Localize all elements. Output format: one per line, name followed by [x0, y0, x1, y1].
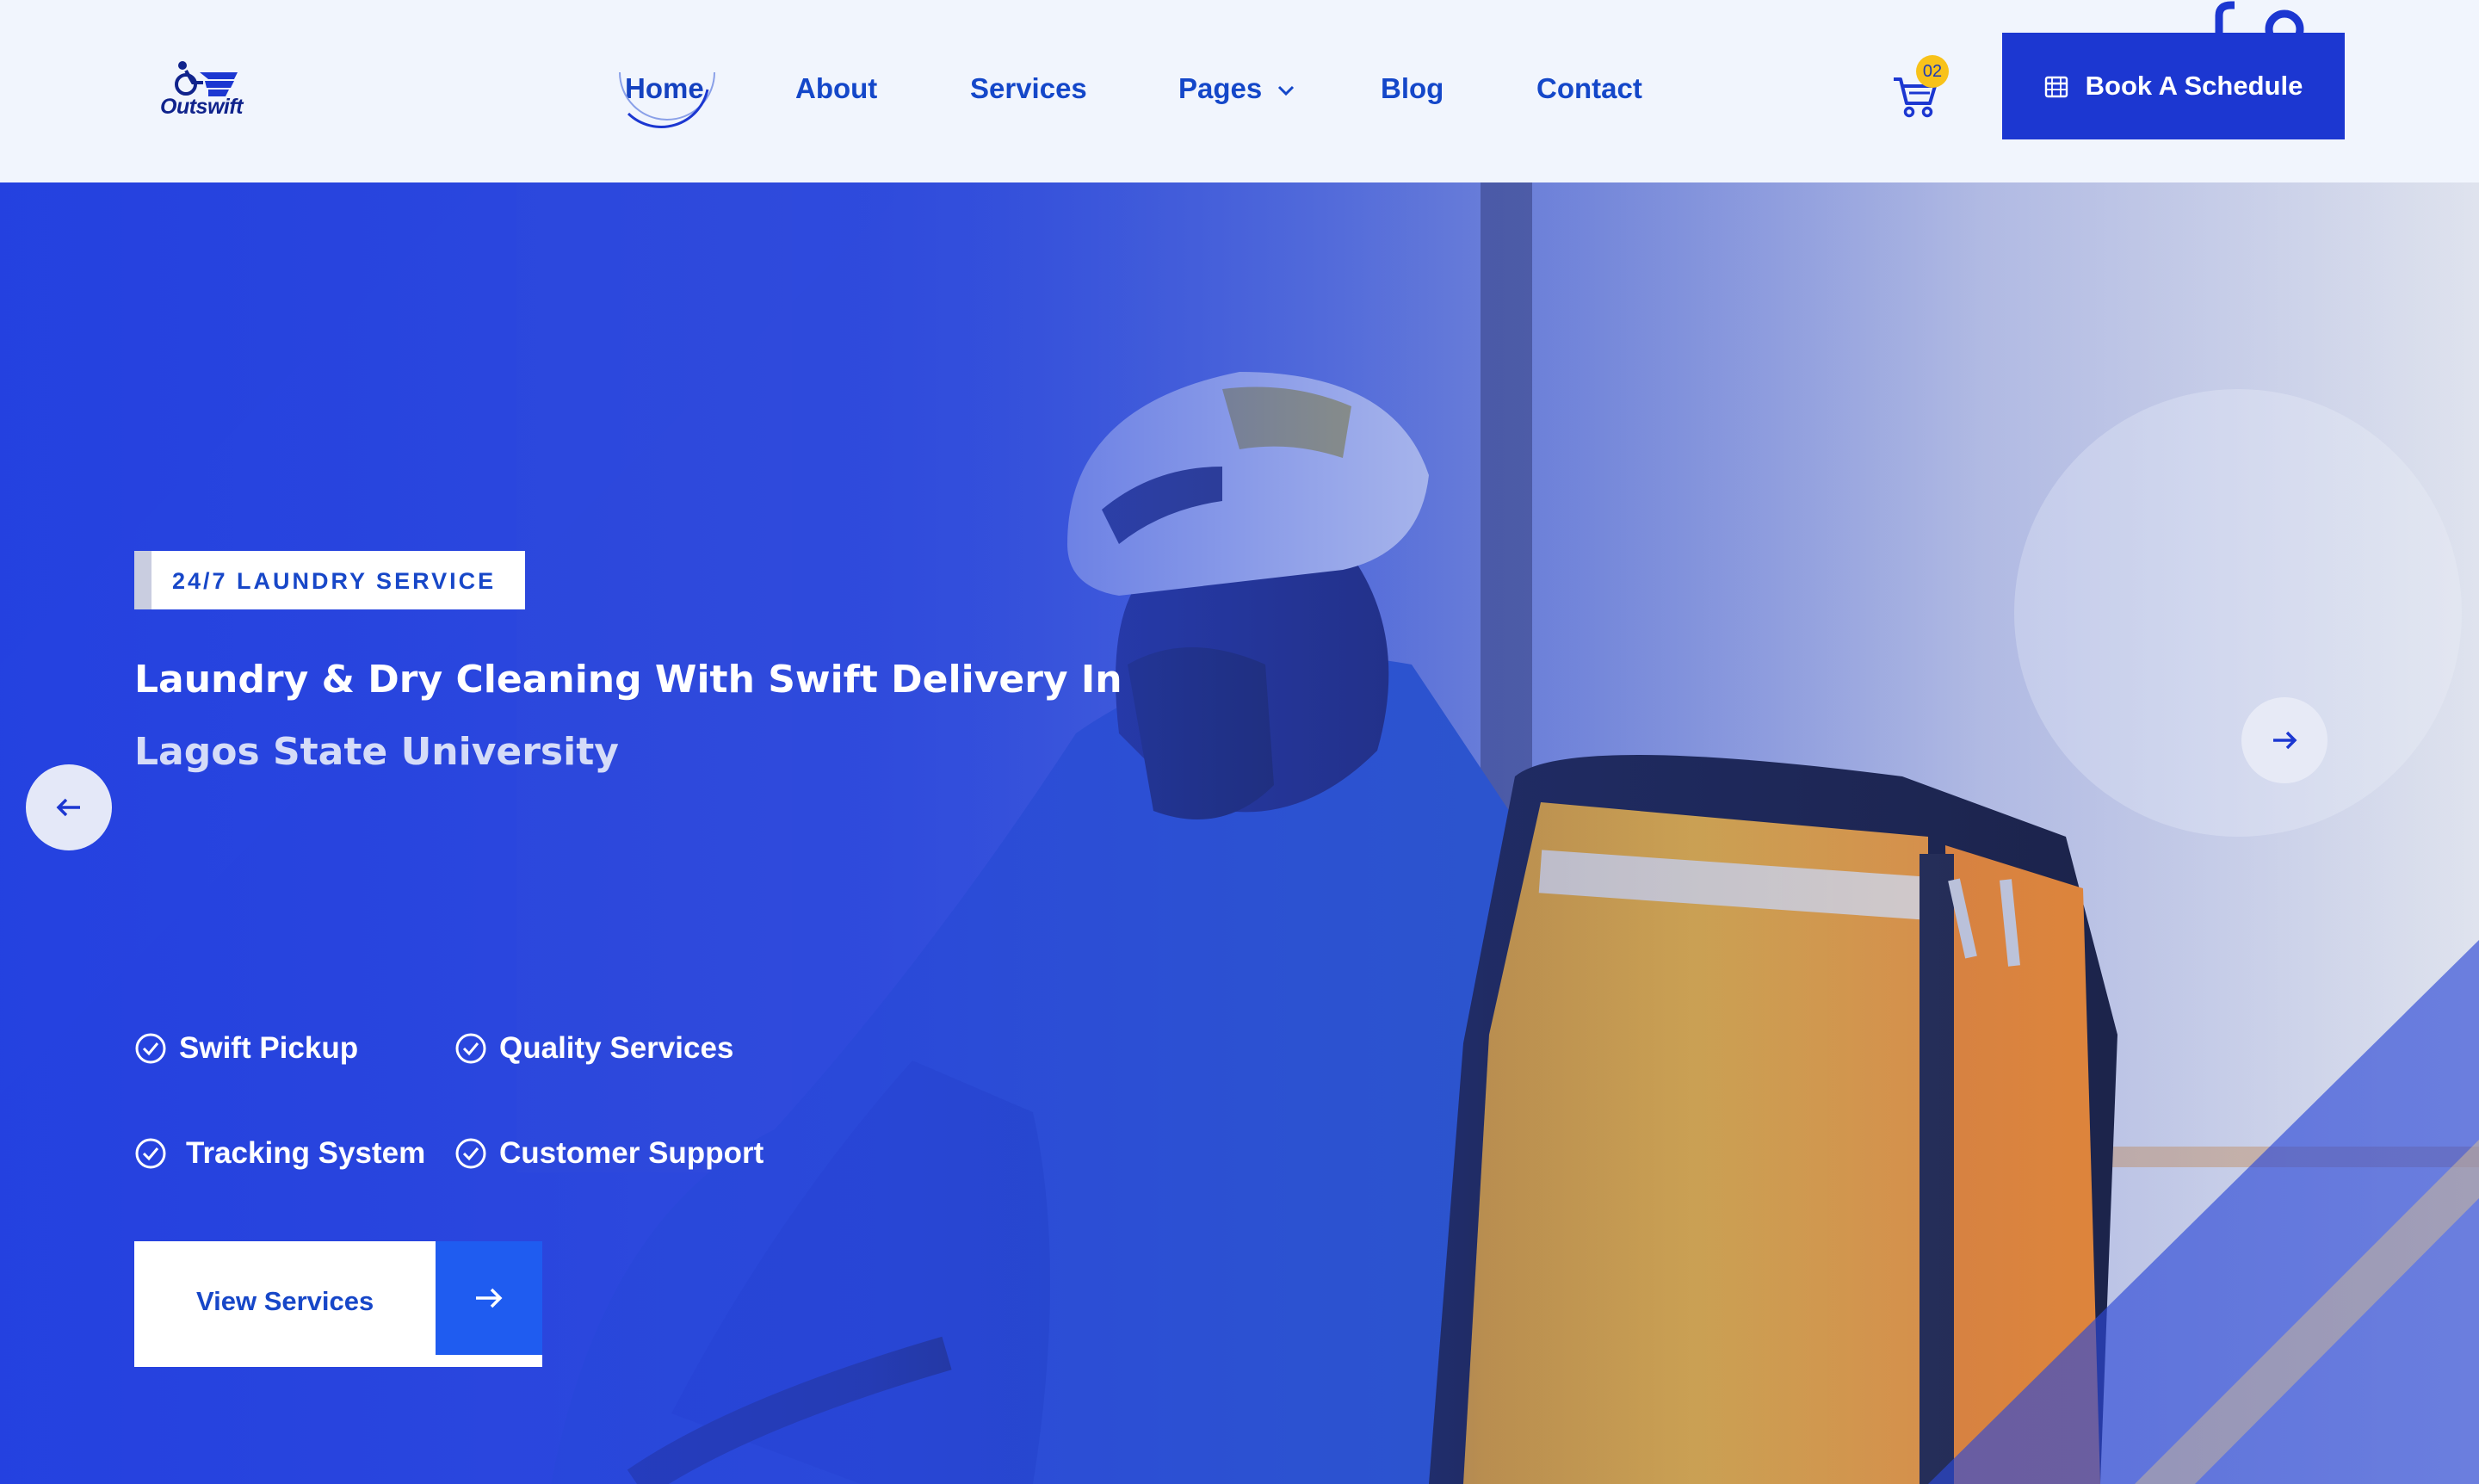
tag-stripe	[134, 551, 151, 609]
check-circle-icon	[455, 1138, 486, 1169]
nav-item-services[interactable]: Services	[970, 72, 1087, 105]
feature-customer-support: Customer Support	[454, 1136, 763, 1171]
site-header: Outswift Home About Services Pages Blog …	[0, 0, 2479, 182]
hero-content: 24/7 LAUNDRY SERVICE Laundry & Dry Clean…	[0, 182, 2479, 1484]
active-indicator-arc	[619, 71, 715, 128]
feature-label: Tracking System	[186, 1136, 426, 1170]
logo-text: Outswift	[160, 95, 244, 119]
arrow-right-icon	[2273, 731, 2297, 750]
feature-quality-services: Quality Services	[454, 1031, 733, 1066]
nav-item-home[interactable]: Home	[619, 71, 715, 128]
cta-arrow-box	[436, 1241, 542, 1355]
nav-item-about[interactable]: About	[795, 72, 877, 105]
nav-label-contact: Contact	[1536, 72, 1642, 104]
service-tag-text: 24/7 LAUNDRY SERVICE	[172, 568, 497, 594]
check-circle-icon	[455, 1033, 486, 1064]
arrow-left-icon	[56, 798, 80, 817]
cart-count-badge: 02	[1916, 55, 1949, 88]
calendar-icon	[2044, 76, 2068, 98]
nav-label-blog: Blog	[1381, 72, 1444, 104]
nav-label-about: About	[795, 72, 878, 104]
logo-icon	[175, 61, 238, 96]
view-services-label: View Services	[196, 1286, 374, 1316]
book-schedule-label: Book A Schedule	[2085, 71, 2303, 101]
hero-headline-line2: Lagos State University	[134, 730, 619, 774]
hero-slider: 24/7 LAUNDRY SERVICE Laundry & Dry Clean…	[0, 182, 2479, 1484]
slider-next-button[interactable]	[2241, 697, 2328, 783]
nav-label-pages: Pages	[1178, 72, 1263, 104]
book-schedule-button[interactable]: Book A Schedule	[2002, 33, 2345, 139]
feature-label: Swift Pickup	[179, 1031, 359, 1065]
feature-label: Quality Services	[499, 1031, 734, 1065]
nav-item-contact[interactable]: Contact	[1536, 72, 1642, 105]
arrow-right-icon	[476, 1288, 503, 1308]
social-icons-peek	[2215, 1, 2304, 34]
service-tag: 24/7 LAUNDRY SERVICE	[134, 551, 525, 609]
check-circle-icon	[135, 1033, 166, 1064]
feature-label: Customer Support	[499, 1136, 764, 1170]
check-circle-icon	[135, 1138, 166, 1169]
hero-headline-line1: Laundry & Dry Cleaning With Swift Delive…	[134, 658, 1122, 702]
slider-prev-button[interactable]	[26, 764, 112, 850]
nav-item-blog[interactable]: Blog	[1381, 72, 1444, 105]
cart-button[interactable]: 02	[1890, 55, 1950, 124]
chevron-down-icon	[1278, 86, 1295, 96]
nav-label-services: Services	[970, 72, 1087, 104]
logo[interactable]: Outswift	[155, 60, 250, 121]
feature-tracking-system: Tracking System	[134, 1136, 425, 1171]
view-services-button[interactable]: View Services	[134, 1241, 542, 1367]
nav-item-pages[interactable]: Pages	[1178, 72, 1295, 105]
feature-swift-pickup: Swift Pickup	[134, 1031, 358, 1066]
